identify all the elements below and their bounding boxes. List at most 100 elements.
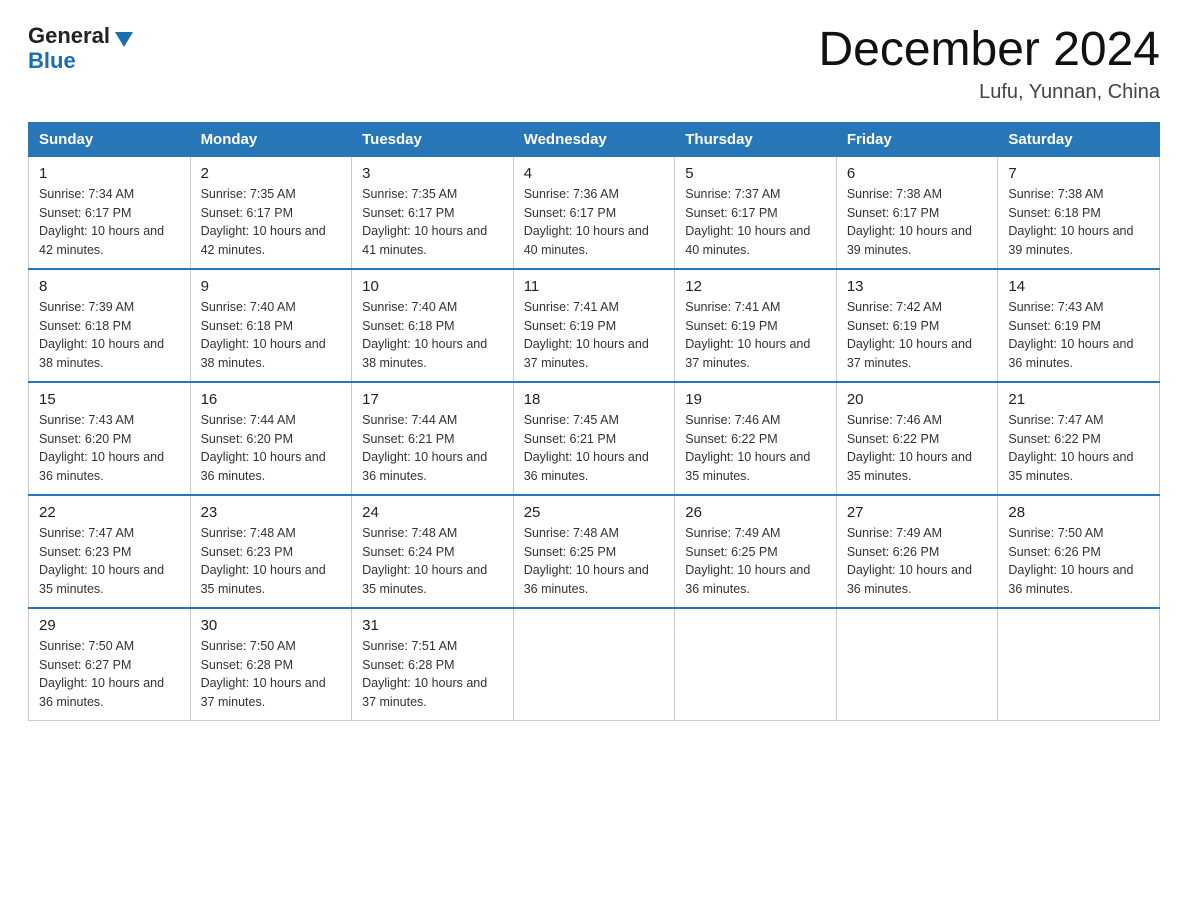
month-title: December 2024 — [818, 24, 1160, 77]
calendar-cell: 18Sunrise: 7:45 AMSunset: 6:21 PMDayligh… — [513, 382, 675, 495]
calendar-week-row: 15 Sunrise: 7:43 AMSunset: 6:20 PMDayligh… — [29, 382, 1160, 495]
calendar-cell: 23 Sunrise: 7:48 AMSunset: 6:23 PMDayligh… — [190, 495, 352, 608]
day-number: 2 — [201, 165, 342, 182]
day-info: Sunrise: 7:36 AMSunset: 6:17 PMDaylight:… — [524, 185, 665, 260]
calendar-cell: 24 Sunrise: 7:48 AMSunset: 6:24 PMDayligh… — [352, 495, 514, 608]
day-info: Sunrise: 7:45 AMSunset: 6:21 PMDaylight:… — [524, 411, 665, 486]
calendar-cell: 22 Sunrise: 7:47 AMSunset: 6:23 PMDayligh… — [29, 495, 191, 608]
day-number: 23 — [201, 504, 342, 521]
calendar-cell: 27 Sunrise: 7:49 AMSunset: 6:26 PMDayligh… — [836, 495, 998, 608]
calendar-week-row: 1Sunrise: 7:34 AMSunset: 6:17 PMDaylight… — [29, 156, 1160, 269]
day-number: 22 — [39, 504, 180, 521]
day-number: 21 — [1008, 391, 1149, 408]
day-number: 26 — [685, 504, 826, 521]
calendar-table: SundayMondayTuesdayWednesdayThursdayFrid… — [28, 122, 1160, 721]
day-number: 30 — [201, 617, 342, 634]
calendar-cell — [513, 608, 675, 721]
day-number: 29 — [39, 617, 180, 634]
day-number: 6 — [847, 165, 988, 182]
day-info: Sunrise: 7:47 AMSunset: 6:23 PMDaylight:… — [39, 524, 180, 599]
calendar-cell: 8Sunrise: 7:39 AMSunset: 6:18 PMDaylight… — [29, 269, 191, 382]
weekday-header-thursday: Thursday — [675, 122, 837, 156]
calendar-cell — [836, 608, 998, 721]
day-info: Sunrise: 7:37 AMSunset: 6:17 PMDaylight:… — [685, 185, 826, 260]
day-info: Sunrise: 7:34 AMSunset: 6:17 PMDaylight:… — [39, 185, 180, 260]
day-number: 13 — [847, 278, 988, 295]
day-info: Sunrise: 7:46 AMSunset: 6:22 PMDaylight:… — [847, 411, 988, 486]
day-info: Sunrise: 7:48 AMSunset: 6:25 PMDaylight:… — [524, 524, 665, 599]
day-number: 3 — [362, 165, 503, 182]
calendar-cell: 29 Sunrise: 7:50 AMSunset: 6:27 PMDayligh… — [29, 608, 191, 721]
day-info: Sunrise: 7:35 AMSunset: 6:17 PMDaylight:… — [362, 185, 503, 260]
day-info: Sunrise: 7:44 AMSunset: 6:20 PMDaylight:… — [201, 411, 342, 486]
weekday-header-row: SundayMondayTuesdayWednesdayThursdayFrid… — [29, 122, 1160, 156]
day-number: 9 — [201, 278, 342, 295]
calendar-cell: 21 Sunrise: 7:47 AMSunset: 6:22 PMDayligh… — [998, 382, 1160, 495]
calendar-cell: 14Sunrise: 7:43 AMSunset: 6:19 PMDayligh… — [998, 269, 1160, 382]
calendar-cell: 25 Sunrise: 7:48 AMSunset: 6:25 PMDayligh… — [513, 495, 675, 608]
day-number: 12 — [685, 278, 826, 295]
calendar-cell: 6 Sunrise: 7:38 AMSunset: 6:17 PMDaylight… — [836, 156, 998, 269]
day-info: Sunrise: 7:48 AMSunset: 6:24 PMDaylight:… — [362, 524, 503, 599]
day-info: Sunrise: 7:49 AMSunset: 6:26 PMDaylight:… — [847, 524, 988, 599]
calendar-week-row: 22 Sunrise: 7:47 AMSunset: 6:23 PMDayligh… — [29, 495, 1160, 608]
calendar-cell: 12Sunrise: 7:41 AMSunset: 6:19 PMDayligh… — [675, 269, 837, 382]
day-number: 19 — [685, 391, 826, 408]
day-number: 14 — [1008, 278, 1149, 295]
calendar-cell: 16 Sunrise: 7:44 AMSunset: 6:20 PMDayligh… — [190, 382, 352, 495]
day-number: 24 — [362, 504, 503, 521]
day-info: Sunrise: 7:40 AMSunset: 6:18 PMDaylight:… — [362, 298, 503, 373]
page-header: General Blue December 2024 Lufu, Yunnan,… — [28, 24, 1160, 104]
weekday-header-monday: Monday — [190, 122, 352, 156]
day-info: Sunrise: 7:48 AMSunset: 6:23 PMDaylight:… — [201, 524, 342, 599]
day-number: 16 — [201, 391, 342, 408]
calendar-cell: 15 Sunrise: 7:43 AMSunset: 6:20 PMDayligh… — [29, 382, 191, 495]
calendar-cell: 5 Sunrise: 7:37 AMSunset: 6:17 PMDaylight… — [675, 156, 837, 269]
calendar-cell: 26Sunrise: 7:49 AMSunset: 6:25 PMDayligh… — [675, 495, 837, 608]
day-number: 31 — [362, 617, 503, 634]
day-number: 17 — [362, 391, 503, 408]
day-info: Sunrise: 7:50 AMSunset: 6:27 PMDaylight:… — [39, 637, 180, 712]
day-number: 20 — [847, 391, 988, 408]
calendar-cell — [998, 608, 1160, 721]
day-number: 27 — [847, 504, 988, 521]
day-info: Sunrise: 7:46 AMSunset: 6:22 PMDaylight:… — [685, 411, 826, 486]
weekday-header-friday: Friday — [836, 122, 998, 156]
calendar-week-row: 8Sunrise: 7:39 AMSunset: 6:18 PMDaylight… — [29, 269, 1160, 382]
weekday-header-sunday: Sunday — [29, 122, 191, 156]
calendar-cell: 19 Sunrise: 7:46 AMSunset: 6:22 PMDayligh… — [675, 382, 837, 495]
day-number: 10 — [362, 278, 503, 295]
day-number: 5 — [685, 165, 826, 182]
calendar-cell: 13 Sunrise: 7:42 AMSunset: 6:19 PMDayligh… — [836, 269, 998, 382]
weekday-header-saturday: Saturday — [998, 122, 1160, 156]
title-block: December 2024 Lufu, Yunnan, China — [818, 24, 1160, 104]
calendar-cell: 9 Sunrise: 7:40 AMSunset: 6:18 PMDaylight… — [190, 269, 352, 382]
calendar-cell: 1Sunrise: 7:34 AMSunset: 6:17 PMDaylight… — [29, 156, 191, 269]
location-title: Lufu, Yunnan, China — [818, 81, 1160, 104]
day-info: Sunrise: 7:38 AMSunset: 6:18 PMDaylight:… — [1008, 185, 1149, 260]
day-number: 11 — [524, 278, 665, 295]
day-number: 28 — [1008, 504, 1149, 521]
calendar-cell: 30 Sunrise: 7:50 AMSunset: 6:28 PMDayligh… — [190, 608, 352, 721]
day-info: Sunrise: 7:41 AMSunset: 6:19 PMDaylight:… — [524, 298, 665, 373]
day-info: Sunrise: 7:40 AMSunset: 6:18 PMDaylight:… — [201, 298, 342, 373]
day-number: 25 — [524, 504, 665, 521]
logo-blue-text: Blue — [28, 48, 76, 74]
day-info: Sunrise: 7:47 AMSunset: 6:22 PMDaylight:… — [1008, 411, 1149, 486]
calendar-week-row: 29 Sunrise: 7:50 AMSunset: 6:27 PMDayligh… — [29, 608, 1160, 721]
day-info: Sunrise: 7:44 AMSunset: 6:21 PMDaylight:… — [362, 411, 503, 486]
calendar-cell — [675, 608, 837, 721]
day-info: Sunrise: 7:51 AMSunset: 6:28 PMDaylight:… — [362, 637, 503, 712]
day-info: Sunrise: 7:38 AMSunset: 6:17 PMDaylight:… — [847, 185, 988, 260]
day-number: 15 — [39, 391, 180, 408]
calendar-cell: 2Sunrise: 7:35 AMSunset: 6:17 PMDaylight… — [190, 156, 352, 269]
day-info: Sunrise: 7:50 AMSunset: 6:28 PMDaylight:… — [201, 637, 342, 712]
calendar-cell: 17 Sunrise: 7:44 AMSunset: 6:21 PMDayligh… — [352, 382, 514, 495]
day-info: Sunrise: 7:43 AMSunset: 6:20 PMDaylight:… — [39, 411, 180, 486]
calendar-cell: 3 Sunrise: 7:35 AMSunset: 6:17 PMDaylight… — [352, 156, 514, 269]
calendar-cell: 10 Sunrise: 7:40 AMSunset: 6:18 PMDayligh… — [352, 269, 514, 382]
day-number: 4 — [524, 165, 665, 182]
calendar-cell: 7Sunrise: 7:38 AMSunset: 6:18 PMDaylight… — [998, 156, 1160, 269]
day-info: Sunrise: 7:42 AMSunset: 6:19 PMDaylight:… — [847, 298, 988, 373]
day-number: 8 — [39, 278, 180, 295]
